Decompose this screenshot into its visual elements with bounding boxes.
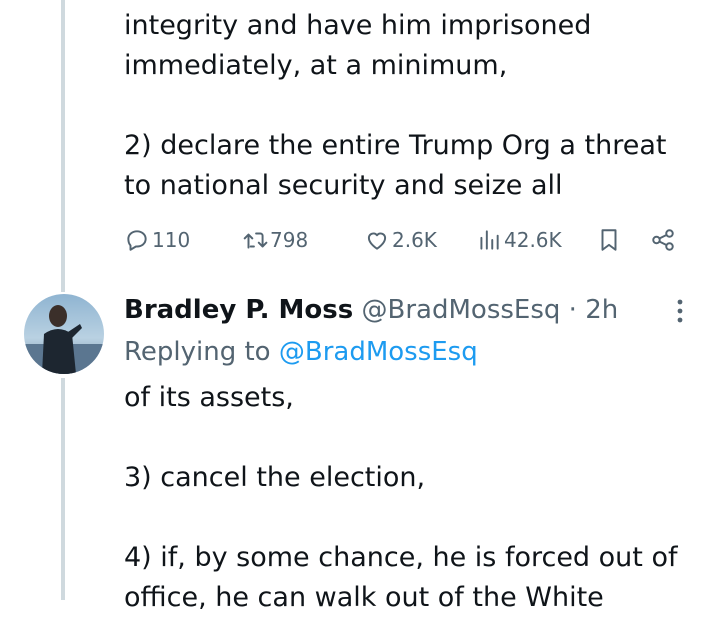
more-options-button[interactable] bbox=[672, 296, 688, 326]
replying-prefix: Replying to bbox=[124, 337, 271, 367]
retweet-icon bbox=[243, 232, 268, 249]
bookmark-icon bbox=[601, 229, 617, 251]
like-button[interactable]: 2.6K bbox=[364, 220, 437, 260]
tweet-1-action-bar: 110 798 2.6K 42.6K bbox=[124, 220, 694, 260]
views-icon bbox=[480, 230, 499, 250]
like-icon bbox=[367, 232, 387, 250]
author-name[interactable]: Bradley P. Moss bbox=[124, 295, 353, 325]
retweet-button[interactable]: 798 bbox=[242, 220, 308, 260]
share-button[interactable] bbox=[650, 220, 676, 260]
thread-connector-line-lower bbox=[61, 378, 65, 600]
bookmark-button[interactable] bbox=[596, 220, 622, 260]
tweet-2-header: Bradley P. Moss @BradMossEsq · 2h bbox=[124, 290, 618, 330]
views-count: 42.6K bbox=[504, 228, 562, 252]
avatar-photo bbox=[24, 305, 104, 374]
tweet-1-text-top: integrity and have him imprisoned immedi… bbox=[124, 10, 592, 81]
reply-icon bbox=[127, 230, 147, 251]
views-button[interactable]: 42.6K bbox=[476, 220, 562, 260]
replying-to-mention[interactable]: @BradMossEsq bbox=[279, 337, 478, 367]
header-separator: · bbox=[568, 295, 577, 325]
avatar[interactable] bbox=[24, 294, 104, 374]
retweet-count: 798 bbox=[270, 228, 309, 252]
tweet-timestamp[interactable]: 2h bbox=[585, 295, 618, 325]
reply-count: 110 bbox=[152, 228, 191, 252]
share-icon bbox=[652, 229, 674, 251]
author-handle[interactable]: @BradMossEsq bbox=[362, 295, 561, 325]
thread-connector-line bbox=[61, 0, 65, 292]
more-icon bbox=[677, 299, 683, 323]
tweet-2-text: of its assets, 3) cancel the election, 4… bbox=[124, 382, 678, 613]
replying-to-line: Replying to @BradMossEsq bbox=[124, 332, 478, 372]
reply-button[interactable]: 110 bbox=[124, 220, 190, 260]
tweet-1-text-bottom: 2) declare the entire Trump Org a threat… bbox=[124, 130, 667, 201]
like-count: 2.6K bbox=[392, 228, 437, 252]
